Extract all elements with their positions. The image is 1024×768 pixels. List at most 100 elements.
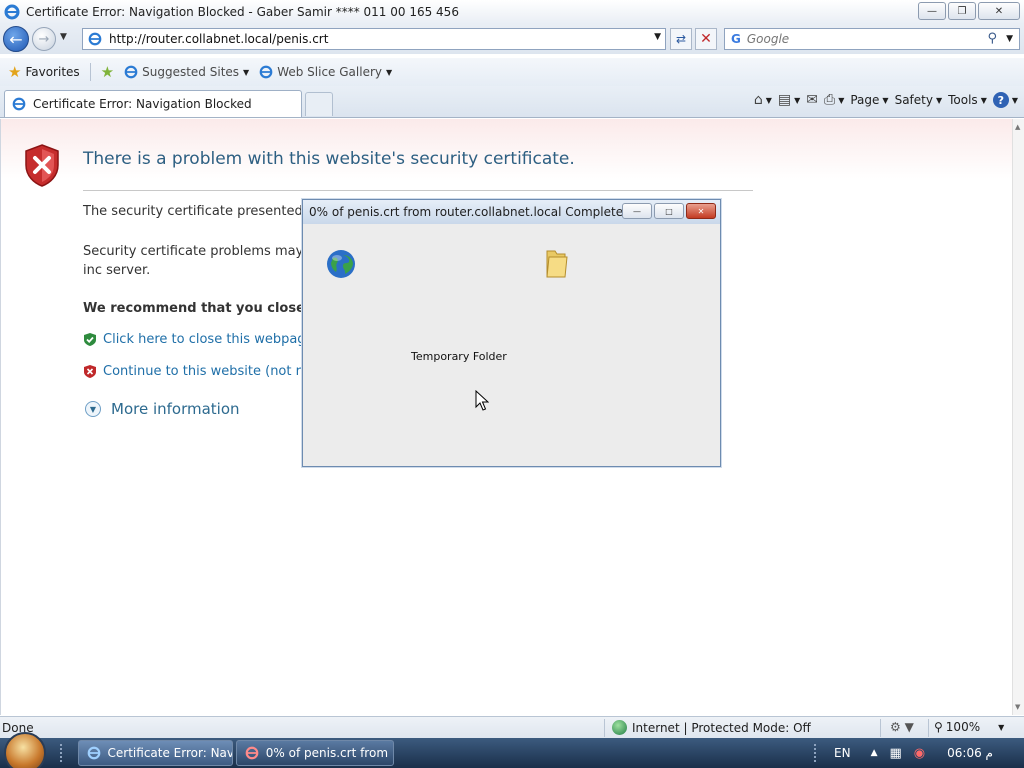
page-icon — [87, 31, 103, 47]
taskbar-item-certificate-error[interactable]: Certificate Error: Nav... — [78, 740, 233, 766]
tab-row: Certificate Error: Navigation Blocked ⌂ ▼… — [0, 86, 1024, 118]
favorites-button[interactable]: ★ Favorites — [8, 63, 80, 81]
add-favorite-icon: ★ — [100, 63, 115, 81]
zoom-level: 100% — [945, 720, 981, 734]
navigation-bar: ← → ▼ http://router.collabnet.local/peni… — [0, 24, 1024, 54]
tools-menu-label: Tools — [948, 93, 978, 107]
taskbar-item-label: 0% of penis.crt from ... — [265, 746, 393, 760]
restore-button[interactable]: ❐ — [948, 2, 976, 20]
chevron-down-icon[interactable]: ▼ — [998, 723, 1004, 732]
continue-label[interactable]: Continue to this website (not rec — [103, 364, 316, 379]
scroll-down-arrow-icon[interactable]: ▼ — [1015, 703, 1020, 711]
recent-pages-dropdown[interactable]: ▼ — [60, 32, 67, 42]
chevron-down-icon[interactable]: ▼ — [766, 96, 772, 105]
home-button[interactable]: ⌂ ▼ — [754, 92, 772, 108]
search-dropdown-icon[interactable]: ▼ — [1006, 34, 1013, 44]
download-dialog: 0% of penis.crt from router.collabnet.lo… — [302, 199, 721, 467]
security-zone[interactable]: Internet | Protected Mode: Off — [612, 720, 811, 735]
globe-icon — [327, 250, 355, 278]
internet-zone-icon — [612, 720, 627, 735]
safety-menu[interactable]: Safety ▼ — [895, 93, 943, 107]
chevron-down-icon[interactable]: ▼ — [1012, 96, 1018, 105]
zoom-icon: ⚲ — [934, 720, 943, 734]
safety-menu-label: Safety — [894, 93, 933, 107]
tab-certificate-error[interactable]: Certificate Error: Navigation Blocked — [4, 90, 302, 117]
printer-icon: ⎙ — [824, 92, 836, 108]
download-ie-icon — [245, 745, 260, 761]
zone-label: Internet | Protected Mode: Off — [632, 720, 811, 735]
minimize-button[interactable]: — — [918, 2, 946, 20]
network-icon[interactable]: ▦ — [889, 746, 901, 761]
dialog-minimize-button[interactable]: — — [622, 203, 652, 219]
stop-button[interactable]: ✕ — [695, 28, 717, 50]
refresh-button[interactable]: ⇄ — [670, 28, 692, 50]
search-box[interactable]: G ⚲ ▼ — [724, 28, 1020, 50]
vertical-scrollbar[interactable]: ▲ ▼ — [1012, 119, 1024, 715]
destination-label: Temporary Folder — [411, 350, 507, 363]
divider — [83, 190, 753, 191]
help-button[interactable]: ? ▼ — [992, 92, 1018, 108]
google-icon: G — [731, 32, 741, 46]
chevron-down-icon[interactable]: ▼ — [243, 68, 249, 77]
new-tab-button[interactable] — [305, 92, 333, 116]
web-slice-gallery-item[interactable]: Web Slice Gallery ▼ — [259, 65, 392, 79]
status-separator — [880, 719, 881, 737]
window-titlebar: Certificate Error: Navigation Blocked - … — [0, 0, 1024, 24]
suggested-sites-item[interactable]: Suggested Sites ▼ — [124, 65, 249, 79]
page-menu[interactable]: Page ▼ — [850, 93, 888, 107]
dialog-title: 0% of penis.crt from router.collabnet.lo… — [309, 205, 631, 219]
command-bar: ⌂ ▼ ▤ ▼ ✉ ⎙ ▼ Page ▼ Safety ▼ Tools ▼ ? ▼ — [754, 92, 1018, 108]
taskbar: Certificate Error: Nav... 0% of penis.cr… — [0, 732, 1024, 768]
chevron-down-icon[interactable]: ▼ — [386, 68, 392, 77]
address-dropdown-icon[interactable]: ▼ — [654, 32, 661, 42]
search-input[interactable] — [746, 32, 977, 46]
certificate-explanation: The security certificate presented by — [83, 204, 323, 219]
chevron-down-icon[interactable]: ▼ — [838, 96, 844, 105]
taskbar-item-download[interactable]: 0% of penis.crt from ... — [236, 740, 394, 766]
close-webpage-link[interactable]: Click here to close this webpage. — [83, 332, 318, 347]
read-mail-button[interactable]: ✉ — [806, 92, 818, 108]
feeds-button[interactable]: ▤ ▼ — [778, 92, 800, 108]
show-hidden-icons-icon[interactable]: ▲ — [871, 748, 878, 758]
scroll-up-arrow-icon[interactable]: ▲ — [1015, 123, 1020, 131]
continue-to-website-link[interactable]: Continue to this website (not rec — [83, 364, 316, 379]
forward-button[interactable]: → — [32, 27, 56, 51]
language-indicator[interactable]: EN — [834, 746, 851, 760]
taskbar-item-label: Certificate Error: Nav... — [107, 746, 232, 760]
red-shield-icon — [84, 365, 96, 378]
green-shield-icon — [84, 333, 96, 346]
window-title: Certificate Error: Navigation Blocked - … — [26, 5, 459, 19]
volume-icon[interactable]: ◉ — [914, 746, 925, 761]
search-icon[interactable]: ⚲ — [987, 31, 997, 46]
chevron-down-icon: ▼ — [882, 95, 889, 105]
dialog-close-button[interactable]: ✕ — [686, 203, 716, 219]
protected-mode-icon[interactable]: ⚙ ▼ — [890, 720, 914, 734]
more-information-label[interactable]: More information — [111, 400, 240, 418]
rss-icon: ▤ — [777, 92, 792, 108]
system-tray: EN ▲ ▦ ◉ 06:06 م — [810, 738, 1024, 768]
dialog-titlebar: 0% of penis.crt from router.collabnet.lo… — [303, 200, 720, 224]
status-separator — [604, 719, 605, 737]
mouse-cursor-icon — [475, 390, 489, 411]
tools-menu[interactable]: Tools ▼ — [948, 93, 987, 107]
taskbar-grip — [60, 744, 68, 762]
back-button[interactable]: ← — [3, 26, 29, 52]
print-button[interactable]: ⎙ ▼ — [824, 92, 844, 108]
chevron-down-icon[interactable]: ▼ — [794, 96, 800, 105]
status-bar: Done Internet | Protected Mode: Off ⚙ ▼ … — [0, 716, 1024, 738]
web-slice-gallery-label: Web Slice Gallery — [277, 65, 382, 79]
dialog-maximize-button[interactable]: □ — [654, 203, 684, 219]
close-button[interactable]: ✕ — [978, 2, 1020, 20]
mail-icon: ✉ — [806, 92, 818, 108]
close-webpage-label[interactable]: Click here to close this webpage. — [103, 332, 318, 347]
tray-grip — [814, 744, 820, 762]
address-bar[interactable]: http://router.collabnet.local/penis.crt … — [82, 28, 666, 50]
more-information-toggle[interactable]: ▼ More information — [85, 400, 240, 418]
error-shield-icon — [25, 144, 59, 187]
start-button[interactable] — [4, 732, 46, 768]
zoom-control[interactable]: ⚲ 100% ▼ — [934, 720, 1004, 734]
add-to-favorites-bar-button[interactable]: ★ — [101, 63, 114, 81]
url-text[interactable]: http://router.collabnet.local/penis.crt — [109, 32, 328, 46]
clock[interactable]: 06:06 م — [947, 746, 993, 760]
ie-icon — [87, 745, 102, 761]
